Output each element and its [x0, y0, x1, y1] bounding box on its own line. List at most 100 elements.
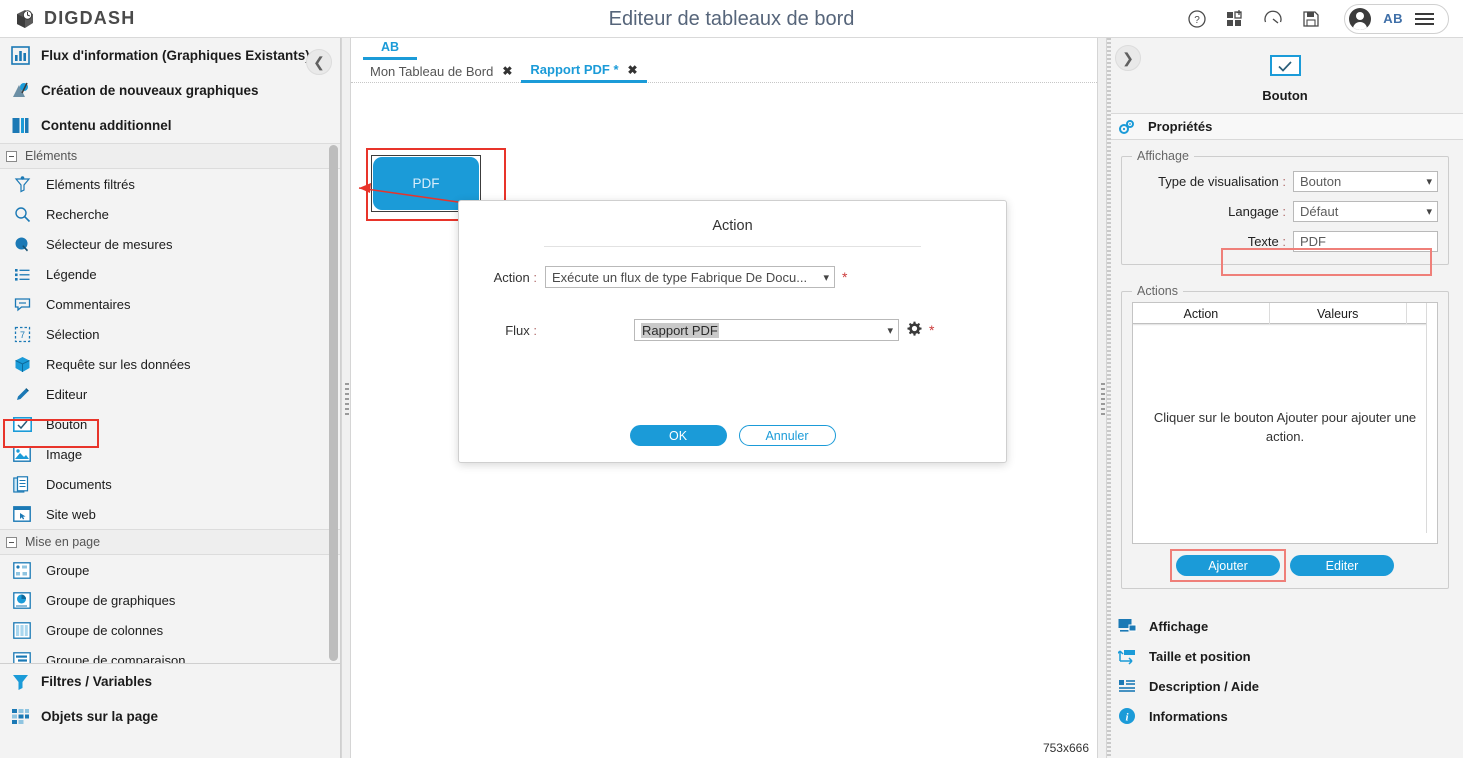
- section-label: Affichage: [1149, 618, 1209, 634]
- center-workspace: AB Mon Tableau de Bord ✖ Rapport PDF * ✖…: [351, 38, 1097, 758]
- sidebar-group-elements[interactable]: Eléments: [0, 143, 340, 169]
- section-taille-position[interactable]: Taille et position: [1107, 641, 1463, 671]
- sidebar-item-bouton[interactable]: Bouton: [0, 409, 340, 439]
- section-description-aide[interactable]: Description / Aide: [1107, 671, 1463, 701]
- column-header-valeurs[interactable]: Valeurs: [1270, 303, 1407, 324]
- ok-button[interactable]: OK: [629, 425, 727, 446]
- texte-input[interactable]: PDF: [1293, 231, 1438, 252]
- sidebar-item-requete-donnees[interactable]: Requête sur les données: [0, 349, 340, 379]
- sidebar-item-groupe-comparaison[interactable]: Groupe de comparaison: [0, 645, 340, 663]
- field-type-visualisation: Type de visualisation : Bouton ▾: [1132, 171, 1438, 192]
- sidebar-item-recherche[interactable]: Recherche: [0, 199, 340, 229]
- sidebar-item-documents[interactable]: Documents: [0, 469, 340, 499]
- sidebar-group-label: Mise en page: [25, 535, 101, 549]
- right-splitter[interactable]: [1097, 38, 1107, 758]
- ajouter-button[interactable]: Ajouter: [1176, 555, 1280, 576]
- sidebar-item-label: Image: [46, 446, 83, 462]
- required-marker: *: [842, 269, 848, 285]
- collapse-expander-icon[interactable]: [6, 150, 17, 162]
- sidebar-item-objets-page[interactable]: Objets sur la page: [0, 699, 340, 734]
- sidebar-item-label: Recherche: [46, 206, 109, 222]
- brand-logo[interactable]: DIGDASH: [0, 8, 135, 30]
- sidebar-item-legende[interactable]: Légende: [0, 259, 340, 289]
- dialog-row-action: Action : Exécute un flux de type Fabriqu…: [459, 266, 1006, 288]
- sidebar-item-groupe-graphiques[interactable]: Groupe de graphiques: [0, 585, 340, 615]
- sidebar-item-label: Commentaires: [46, 296, 131, 312]
- splitter-grip: [345, 383, 349, 415]
- tab-rapport-pdf[interactable]: Rapport PDF * ✖: [521, 60, 647, 83]
- legend-list-icon: [12, 264, 32, 284]
- sidebar-item-flux-information[interactable]: Flux d'information (Graphiques Existants…: [0, 38, 340, 73]
- gear-icon[interactable]: [907, 321, 922, 340]
- sidebar-main-items: Flux d'information (Graphiques Existants…: [0, 38, 340, 143]
- type-visualisation-select[interactable]: Bouton ▾: [1293, 171, 1438, 192]
- label-text: Type de visualisation: [1158, 174, 1279, 189]
- sidebar-item-label: Requête sur les données: [46, 356, 191, 372]
- sidebar-item-label: Légende: [46, 266, 97, 282]
- close-icon[interactable]: ✖: [502, 64, 512, 78]
- chevron-down-icon: ▾: [1426, 206, 1432, 218]
- tab-ab[interactable]: AB: [363, 38, 418, 60]
- sidebar-item-elements-filtres[interactable]: Eléments filtrés: [0, 169, 340, 199]
- label-text: Langage: [1228, 204, 1279, 219]
- sidebar-item-creation-graphiques[interactable]: Création de nouveaux graphiques: [0, 73, 340, 108]
- sidebar-item-contenu-additionnel[interactable]: Contenu additionnel: [0, 108, 340, 143]
- sidebar-item-commentaires[interactable]: Commentaires: [0, 289, 340, 319]
- button-check-icon: [12, 414, 32, 434]
- sidebar-item-label: Groupe: [46, 562, 90, 578]
- column-group-icon: [12, 620, 32, 640]
- actions-table-vscrollbar[interactable]: [1426, 303, 1437, 543]
- data-cube-icon: [12, 354, 32, 374]
- actions-table-hscrollbar[interactable]: [1133, 533, 1437, 543]
- digdash-cube-icon: [14, 8, 36, 30]
- display-monitor-icon: [1117, 616, 1137, 636]
- right-panel-header: ❯ Bouton: [1107, 38, 1463, 113]
- save-icon[interactable]: [1300, 8, 1322, 30]
- group-icon: [12, 560, 32, 580]
- user-menu[interactable]: AB: [1344, 3, 1449, 34]
- new-chart-icon: [10, 81, 30, 101]
- collapse-expander-icon[interactable]: [6, 536, 17, 548]
- section-affichage[interactable]: Affichage: [1107, 611, 1463, 641]
- help-icon[interactable]: ?: [1186, 8, 1208, 30]
- flux-select[interactable]: Rapport PDF ▾: [634, 319, 899, 341]
- actions-table[interactable]: Action Valeurs Cliquer sur le bouton Ajo…: [1132, 302, 1438, 544]
- sidebar-group-mise-en-page[interactable]: Mise en page: [0, 529, 340, 555]
- dialog-title: Action: [712, 218, 753, 234]
- column-header-action[interactable]: Action: [1133, 303, 1270, 324]
- sidebar-item-editeur[interactable]: Editeur: [0, 379, 340, 409]
- brand-name: DIGDASH: [44, 8, 136, 28]
- sidebar-collapse-button[interactable]: ❮: [306, 49, 332, 75]
- field-texte: Texte : PDF: [1132, 231, 1438, 252]
- dashboard-tabbar: AB: [351, 38, 1097, 60]
- dashboard-add-icon[interactable]: [1224, 8, 1246, 30]
- sidebar-item-site-web[interactable]: Site web: [0, 499, 340, 529]
- performance-icon[interactable]: [1262, 8, 1284, 30]
- left-splitter[interactable]: [341, 38, 351, 758]
- sidebar-item-filtres-variables[interactable]: Filtres / Variables: [0, 664, 340, 699]
- editer-button[interactable]: Editer: [1290, 555, 1394, 576]
- tab-mon-tableau-de-bord[interactable]: Mon Tableau de Bord ✖: [361, 60, 521, 83]
- svg-text:7: 7: [19, 330, 24, 340]
- close-icon[interactable]: ✖: [628, 63, 638, 77]
- filter-icon: [10, 672, 30, 692]
- size-position-icon: [1117, 646, 1137, 666]
- section-informations[interactable]: i Informations: [1107, 701, 1463, 731]
- section-label: Propriétés: [1148, 119, 1213, 134]
- sidebar-item-selection[interactable]: 7 Sélection: [0, 319, 340, 349]
- section-proprietes[interactable]: Propriétés: [1107, 113, 1463, 140]
- cancel-button[interactable]: Annuler: [738, 425, 836, 446]
- sidebar-item-image[interactable]: Image: [0, 439, 340, 469]
- action-select[interactable]: Exécute un flux de type Fabrique De Docu…: [545, 266, 835, 288]
- field-value: Défaut: [1300, 204, 1339, 219]
- field-langage: Langage : Défaut ▾: [1132, 201, 1438, 222]
- fieldset-actions: Actions Action Valeurs Cliquer sur le bo…: [1121, 284, 1449, 589]
- sidebar-scrollbar[interactable]: [329, 145, 338, 661]
- sidebar-scrollbar-thumb[interactable]: [329, 145, 338, 661]
- sidebar-item-groupe-colonnes[interactable]: Groupe de colonnes: [0, 615, 340, 645]
- langage-select[interactable]: Défaut ▾: [1293, 201, 1438, 222]
- sidebar-item-selecteur-mesures[interactable]: Sélecteur de mesures: [0, 229, 340, 259]
- sidebar-item-label: Eléments filtrés: [46, 176, 135, 192]
- hamburger-menu-icon[interactable]: [1415, 12, 1434, 25]
- sidebar-item-groupe[interactable]: Groupe: [0, 555, 340, 585]
